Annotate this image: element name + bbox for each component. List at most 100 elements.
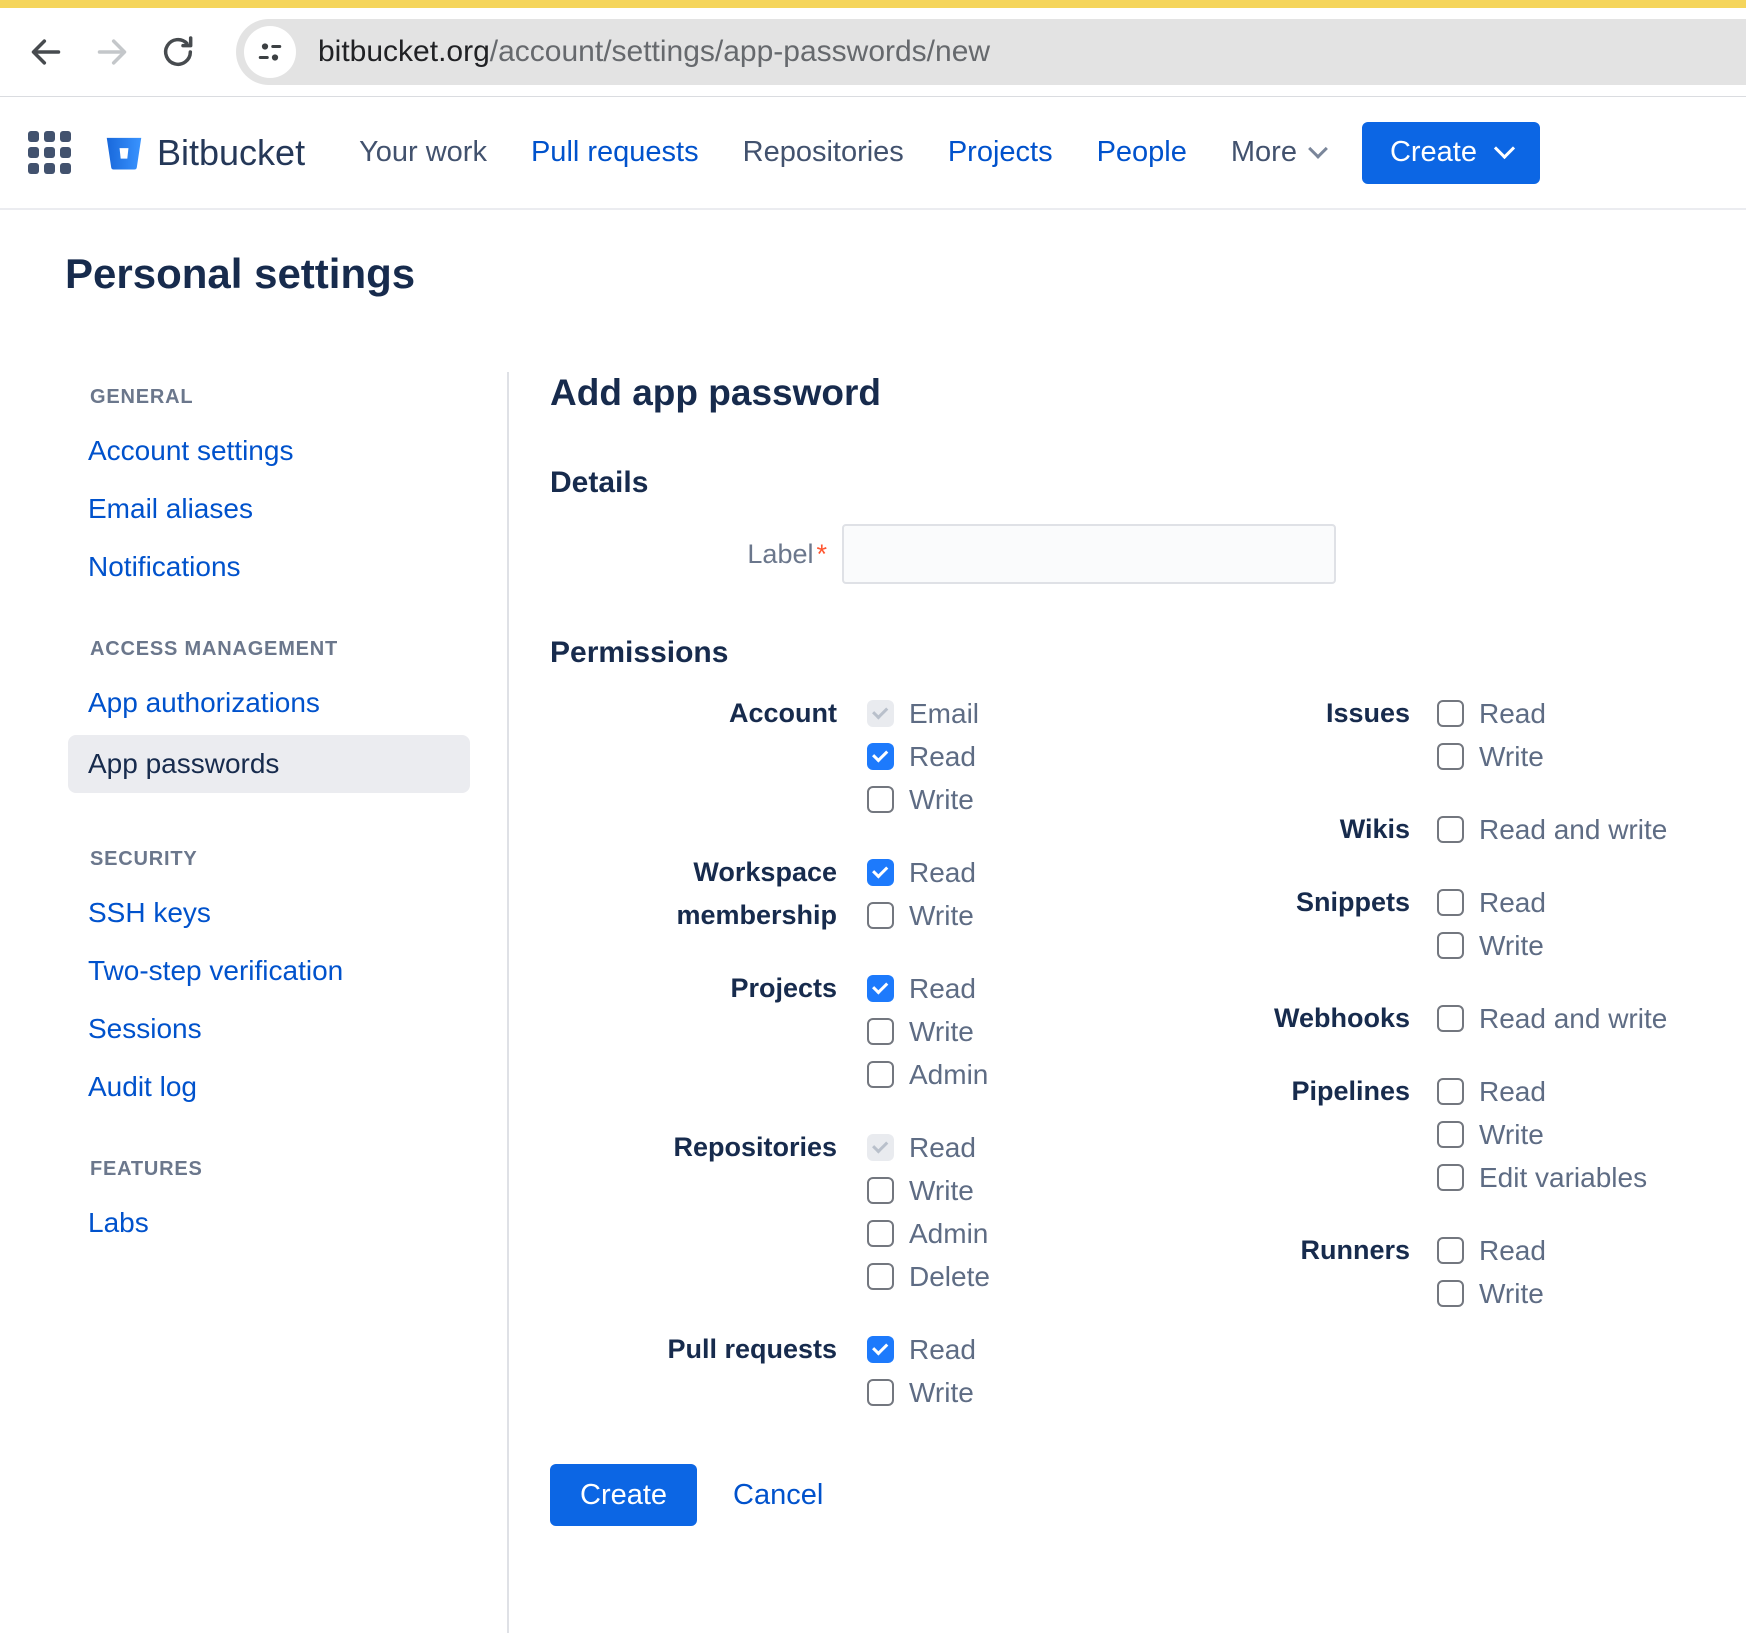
sidebar-item-sessions[interactable]: Sessions xyxy=(88,1013,202,1045)
checkbox-workspace-membership-write[interactable] xyxy=(867,902,894,929)
permission-option-row: Read xyxy=(1437,692,1546,735)
permission-group-repositories: Repositories ReadWriteAdminDelete xyxy=(550,1126,1110,1298)
create-menu-button[interactable]: Create xyxy=(1362,122,1540,184)
checkbox-label: Write xyxy=(909,1016,974,1048)
checkbox-repositories-delete[interactable] xyxy=(867,1263,894,1290)
checkbox-projects-admin[interactable] xyxy=(867,1061,894,1088)
checkbox-label: Read and write xyxy=(1479,1003,1667,1035)
checkbox-label: Write xyxy=(909,784,974,816)
label-field-label: Label* xyxy=(550,539,827,570)
nav-item-more[interactable]: More xyxy=(1231,136,1325,169)
checkbox-label: Write xyxy=(909,1377,974,1409)
permission-group-account: Account EmailReadWrite xyxy=(550,692,1110,821)
checkbox-label: Read xyxy=(1479,698,1546,730)
permissions-column-1: Account EmailReadWrite Workspace members… xyxy=(550,692,1110,1444)
checkbox-repositories-write[interactable] xyxy=(867,1177,894,1204)
permission-group-label: Workspace membership xyxy=(550,851,837,937)
nav-item-repositories[interactable]: Repositories xyxy=(743,136,904,169)
permission-group-label: Runners xyxy=(1110,1229,1410,1315)
nav-item-projects[interactable]: Projects xyxy=(948,136,1053,169)
sidebar-item-email-aliases[interactable]: Email aliases xyxy=(88,493,253,525)
sidebar-item-account-settings[interactable]: Account settings xyxy=(88,435,293,467)
bitbucket-logo[interactable]: Bitbucket xyxy=(101,130,305,176)
checkbox-pipelines-write[interactable] xyxy=(1437,1121,1464,1148)
checkbox-repositories-admin[interactable] xyxy=(867,1220,894,1247)
nav-item-people[interactable]: People xyxy=(1097,136,1187,169)
label-field-text: Label xyxy=(747,539,813,569)
checkbox-label: Read xyxy=(1479,887,1546,919)
required-asterisk: * xyxy=(816,539,827,569)
sidebar-section-list: App authorizations App passwords xyxy=(65,687,507,793)
address-bar[interactable]: bitbucket.org/account/settings/app-passw… xyxy=(236,19,1746,85)
content-wrap: GENERAL Account settings Email aliases Not… xyxy=(65,372,1746,1633)
checkbox-label: Admin xyxy=(909,1059,988,1091)
create-menu-label: Create xyxy=(1390,136,1477,169)
app-switcher-icon[interactable] xyxy=(28,131,71,174)
permission-group-rows: EmailReadWrite xyxy=(867,692,979,821)
permission-option-row: Write xyxy=(1437,924,1546,967)
permission-option-row: Write xyxy=(867,778,979,821)
permission-group-issues: Issues ReadWrite xyxy=(1110,692,1667,778)
checkbox-label: Write xyxy=(1479,741,1544,773)
checkbox-projects-read[interactable] xyxy=(867,975,894,1002)
checkbox-label: Write xyxy=(909,1175,974,1207)
checkbox-issues-write[interactable] xyxy=(1437,743,1464,770)
back-icon[interactable] xyxy=(26,32,66,72)
checkbox-runners-write[interactable] xyxy=(1437,1280,1464,1307)
checkbox-webhooks-read-and-write[interactable] xyxy=(1437,1005,1464,1032)
checkbox-account-read[interactable] xyxy=(867,743,894,770)
checkbox-pipelines-read[interactable] xyxy=(1437,1078,1464,1105)
checkbox-pull-requests-write[interactable] xyxy=(867,1379,894,1406)
sidebar-item-audit-log[interactable]: Audit log xyxy=(88,1071,197,1103)
sidebar-item-notifications[interactable]: Notifications xyxy=(88,551,241,583)
checkbox-pipelines-edit-variables[interactable] xyxy=(1437,1164,1464,1191)
permission-group-workspace-membership: Workspace membership ReadWrite xyxy=(550,851,1110,937)
permission-option-row: Write xyxy=(867,1010,988,1053)
permission-option-row: Write xyxy=(1437,735,1546,778)
checkbox-projects-write[interactable] xyxy=(867,1018,894,1045)
sidebar-item-app-passwords[interactable]: App passwords xyxy=(68,735,470,793)
sidebar-item-app-authorizations[interactable]: App authorizations xyxy=(88,687,320,719)
sidebar-item-labs[interactable]: Labs xyxy=(88,1207,149,1239)
checkbox-workspace-membership-read[interactable] xyxy=(867,859,894,886)
checkbox-label: Read xyxy=(909,741,976,773)
permission-group-rows: Read Write xyxy=(1437,881,1546,967)
label-input[interactable] xyxy=(842,524,1336,584)
checkbox-wikis-read-and-write[interactable] xyxy=(1437,816,1464,843)
checkbox-repositories-read[interactable] xyxy=(867,1134,894,1161)
sidebar-section-heading: SECURITY xyxy=(90,848,507,871)
checkbox-runners-read[interactable] xyxy=(1437,1237,1464,1264)
checkbox-issues-read[interactable] xyxy=(1437,700,1464,727)
checkbox-account-write[interactable] xyxy=(867,786,894,813)
checkbox-snippets-read[interactable] xyxy=(1437,889,1464,916)
permission-option-row: Read xyxy=(1437,1229,1546,1272)
forward-icon[interactable] xyxy=(92,32,132,72)
permissions-column-2: Issues ReadWrite Wikis Read and write Sn… xyxy=(1110,692,1667,1444)
main-content: Add app password Details Label* Permissi… xyxy=(509,372,1746,1633)
site-settings-icon[interactable] xyxy=(244,26,296,78)
permission-group-rows: ReadWrite xyxy=(867,851,976,937)
checkbox-account-email[interactable] xyxy=(867,700,894,727)
cancel-link[interactable]: Cancel xyxy=(733,1479,823,1512)
permission-option-row: Edit variables xyxy=(1437,1156,1647,1199)
permission-option-row: Write xyxy=(867,1371,976,1414)
chevron-down-icon xyxy=(1308,139,1328,159)
sidebar-item-two-step-verification[interactable]: Two-step verification xyxy=(88,955,343,987)
reload-icon[interactable] xyxy=(158,32,198,72)
sidebar-section-heading: GENERAL xyxy=(90,386,507,409)
create-button[interactable]: Create xyxy=(550,1464,697,1526)
permission-group-label: Pull requests xyxy=(550,1328,837,1414)
checkbox-label: Read xyxy=(1479,1076,1546,1108)
brand-wordmark: Bitbucket xyxy=(157,132,305,174)
permission-option-row: Write xyxy=(1437,1272,1546,1315)
checkbox-snippets-write[interactable] xyxy=(1437,932,1464,959)
permission-option-row: Read xyxy=(867,967,988,1010)
checkbox-pull-requests-read[interactable] xyxy=(867,1336,894,1363)
permissions-heading: Permissions xyxy=(550,636,1746,670)
nav-item-pull-requests[interactable]: Pull requests xyxy=(531,136,699,169)
checkbox-label: Read xyxy=(1479,1235,1546,1267)
sidebar-section: GENERAL Account settings Email aliases Not… xyxy=(65,386,507,583)
nav-item-label: People xyxy=(1097,136,1187,169)
nav-item-your-work[interactable]: Your work xyxy=(359,136,487,169)
sidebar-item-ssh-keys[interactable]: SSH keys xyxy=(88,897,211,929)
